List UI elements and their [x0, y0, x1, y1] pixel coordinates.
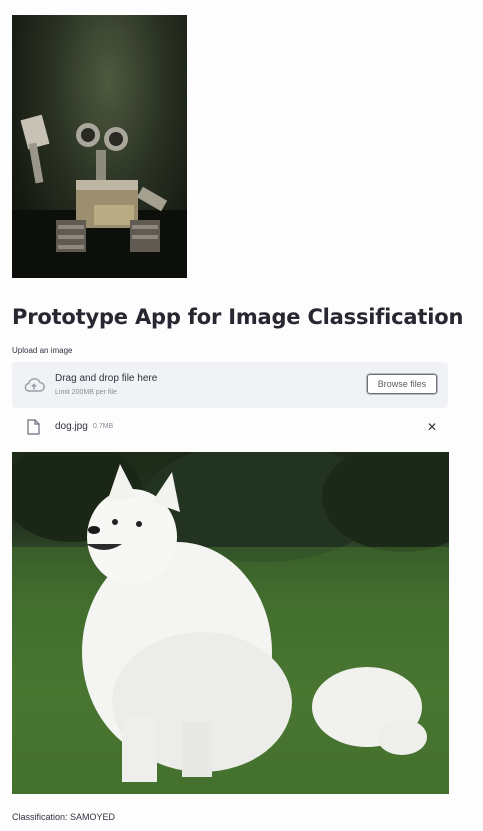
upload-label: Upload an image: [12, 346, 73, 355]
uploaded-file-name: dog.jpg: [55, 421, 88, 432]
app-page: Prototype App for Image Classification U…: [0, 0, 483, 831]
browse-files-button[interactable]: Browse files: [366, 373, 438, 395]
dropzone-instructions: Drag and drop file here: [55, 373, 158, 384]
classification-result: Classification: SAMOYED: [12, 812, 116, 822]
file-icon: [27, 419, 40, 435]
cloud-upload-icon: [24, 378, 45, 392]
uploaded-file-size: 0.7MB: [93, 423, 114, 430]
page-title: Prototype App for Image Classification: [12, 305, 464, 329]
robot-header-image: [12, 15, 187, 278]
close-icon[interactable]: ✕: [426, 421, 438, 433]
uploaded-dog-image: [12, 452, 449, 794]
dropzone-limit: Limit 200MB per file: [55, 389, 117, 396]
file-dropzone[interactable]: Drag and drop file here Limit 200MB per …: [12, 362, 448, 408]
uploaded-file-row: dog.jpg 0.7MB ✕: [12, 416, 448, 438]
